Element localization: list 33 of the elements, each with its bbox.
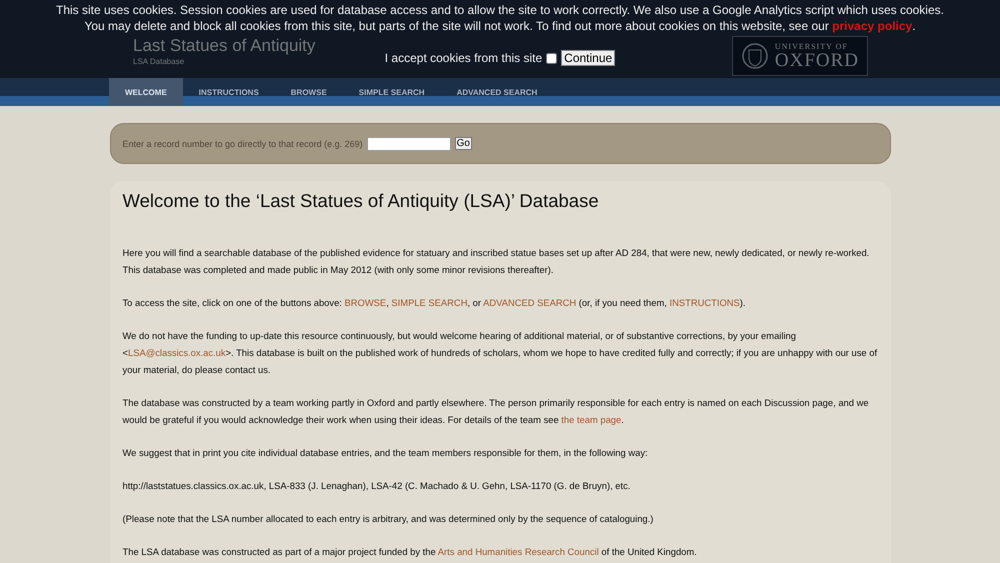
record-prompt: Enter a record number to go directly to that record (e.g. 269)	[122, 138, 363, 148]
inline-link[interactable]: LSA@classics.ox.ac.uk	[128, 347, 226, 358]
nav-tab[interactable]: BROWSE	[274, 78, 343, 106]
paragraph: We suggest that in print you cite individual database entries, and the team members responsible for them, in the following way:	[122, 446, 649, 460]
paragraph: The database was constructed by a team working partly in Oxford and partly elsewhere. The person primarily responsible for each entry is named on each Discussion page, and we would be grateful if you would acknowledge their work when using their ideas. For details of the team see the team page.	[122, 396, 870, 427]
privacy-link[interactable]: privacy policy	[832, 19, 912, 33]
nav-tab[interactable]: ADVANCED SEARCH	[440, 78, 554, 106]
paragraph: Here you will find a searchable database of the published evidence for statuary and inscribed statue bases set up after AD 284, that were new, newly dedicated, or newly re-worked. This database was completed and made public in May 2012 (with only some minor revisions thereafter).	[122, 246, 870, 277]
nav-tab[interactable]: INSTRUCTIONS	[182, 78, 275, 106]
paragraph: To access the site, click on one of the buttons above: BROWSE, SIMPLE SEARCH, or ADVANCED SEARCH (or, if you need them, INSTRUCTIONS).	[122, 296, 747, 310]
inline-link[interactable]: Arts and Humanities Research Council	[438, 546, 599, 557]
record-number-field[interactable]	[366, 136, 451, 150]
paragraph: (Please note that the LSA number allocated to each entry is arbitrary, and was determined only by the sequence of cataloguing.)	[122, 512, 654, 526]
paragraph: http://laststatues.classics.ox.ac.uk, LSA-833 (J. Lenaghan), LSA-42 (C. Machado & U. Gehn, LSA-1170 (G. de Bruyn), etc.	[122, 479, 632, 493]
paragraph: The LSA database was constructed as part of a major project funded by the Arts and Humanities Research Council of the United Kingdom.	[122, 545, 698, 559]
continue-button[interactable]: Continue	[561, 50, 616, 66]
crest-icon	[740, 41, 769, 71]
nav-tab[interactable]: SIMPLE SEARCH	[342, 78, 441, 106]
inline-link[interactable]: the team page	[561, 414, 622, 425]
inline-link[interactable]: BROWSE	[344, 297, 386, 308]
page-heading: Welcome to the ‘Last Statues of Antiquity (LSA)’ Database	[122, 190, 600, 212]
inline-link[interactable]: SIMPLE SEARCH	[391, 297, 468, 308]
go-button[interactable]: Go	[454, 137, 472, 150]
inline-link[interactable]: INSTRUCTIONS	[669, 297, 740, 308]
inline-link[interactable]: ADVANCED SEARCH	[483, 297, 576, 308]
accept-label: I accept cookies from this site	[384, 51, 542, 65]
accept-checkbox[interactable]	[546, 52, 558, 64]
nav-tab[interactable]: WELCOME	[109, 78, 183, 106]
cookie-notice: This site uses cookies. Session cookies are used for database access and to allow the site to work correctly. We also use a Google Analytics script which uses cookies. You may delete and block all cookies from this site, but parts of the site will not work. To find out more about cookies on this website, see our privacy policy.	[55, 2, 945, 34]
paragraph: We do not have the funding to up-date this resource continuously, but would welcome hearing of additional material, or of substantive corrections, by your emailing <LSA@classics.ox.ac.uk>. This database is built on the published work of hundreds of scholars, whom we hope to have credited fully and correctly; if you are unhappy with our use of your material, do please contact us.	[122, 329, 878, 377]
site-title: Last Statues of Antiquity	[132, 36, 316, 55]
site-subtitle: LSA Database	[132, 57, 186, 66]
university-logo[interactable]: UNIVERSITY OF OXFORD	[732, 36, 868, 76]
